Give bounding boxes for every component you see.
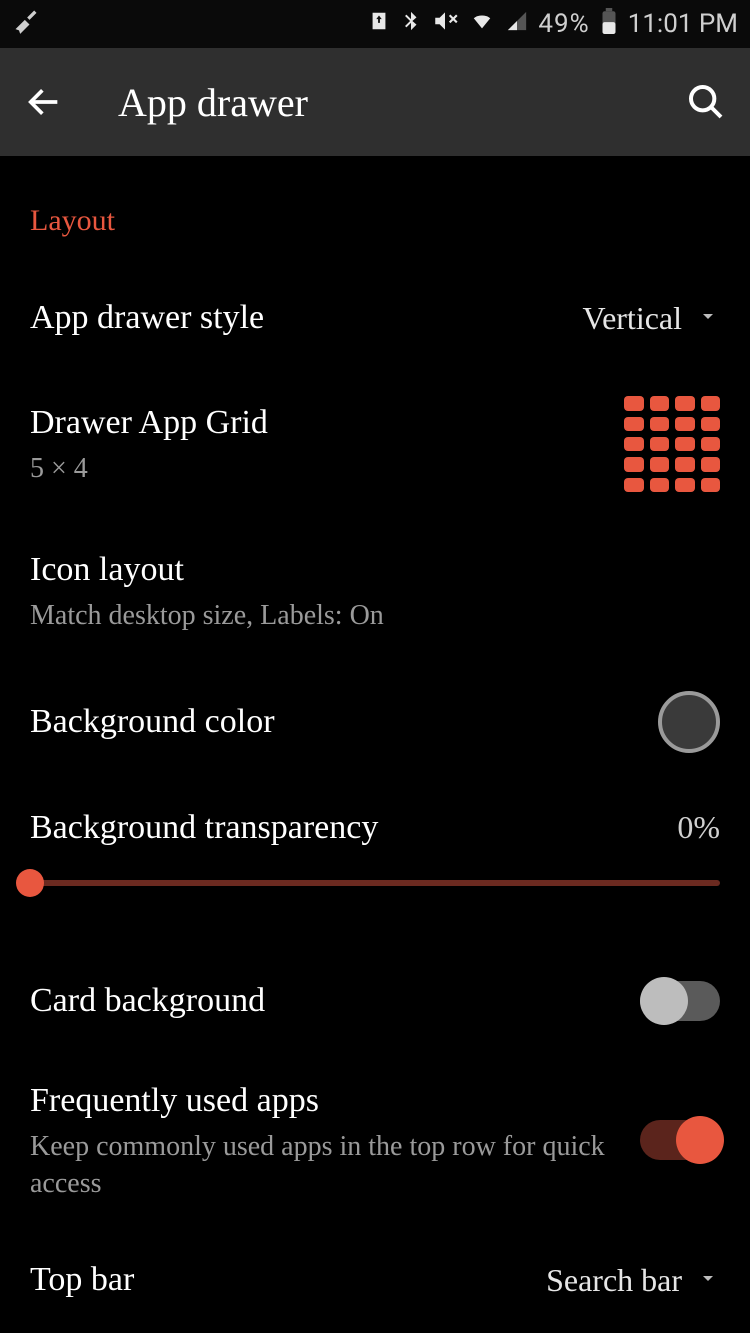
status-bar: 49% 11:01 PM xyxy=(0,0,750,48)
broom-icon xyxy=(12,7,40,42)
row-icon-layout[interactable]: Icon layout Match desktop size, Labels: … xyxy=(30,520,720,663)
value-app-drawer-style: Vertical xyxy=(583,300,683,337)
toggle-card-background[interactable] xyxy=(640,981,720,1021)
chevron-down-icon xyxy=(696,304,720,333)
label-background-color: Background color xyxy=(30,700,658,744)
label-frequent-apps: Frequently used apps xyxy=(30,1079,620,1123)
row-app-drawer-style[interactable]: App drawer style Vertical xyxy=(30,268,720,368)
label-drawer-grid: Drawer App Grid xyxy=(30,401,624,445)
clock-text: 11:01 PM xyxy=(628,9,738,39)
color-swatch xyxy=(658,691,720,753)
chevron-down-icon xyxy=(696,1266,720,1295)
row-background-color[interactable]: Background color xyxy=(30,663,720,781)
search-button[interactable] xyxy=(682,78,730,126)
battery-icon xyxy=(600,8,618,41)
slider-thumb[interactable] xyxy=(16,869,44,897)
row-drawer-grid[interactable]: Drawer App Grid 5 × 4 xyxy=(30,368,720,520)
page-title: App drawer xyxy=(108,79,642,126)
row-background-transparency[interactable]: Background transparency 0% xyxy=(30,781,720,911)
wifi-icon xyxy=(468,9,496,39)
app-bar: App drawer xyxy=(0,48,750,156)
subtitle-drawer-grid: 5 × 4 xyxy=(30,451,624,487)
transparency-slider[interactable] xyxy=(30,865,720,901)
settings-list: Layout App drawer style Vertical Drawer … xyxy=(0,204,750,1333)
label-card-background: Card background xyxy=(30,979,640,1023)
section-layout: Layout xyxy=(30,204,720,238)
label-icon-layout: Icon layout xyxy=(30,548,720,592)
row-top-bar[interactable]: Top bar Search bar xyxy=(30,1230,720,1330)
subtitle-frequent-apps: Keep commonly used apps in the top row f… xyxy=(30,1129,620,1202)
subtitle-icon-layout: Match desktop size, Labels: On xyxy=(30,598,720,634)
row-frequent-apps[interactable]: Frequently used apps Keep commonly used … xyxy=(30,1051,720,1230)
value-background-transparency: 0% xyxy=(677,809,720,846)
signal-icon xyxy=(506,9,528,39)
label-top-bar: Top bar xyxy=(30,1258,546,1302)
label-background-transparency: Background transparency xyxy=(30,809,677,847)
battery-percent: 49% xyxy=(538,9,589,39)
grid-icon xyxy=(624,396,720,492)
mute-icon xyxy=(432,8,458,41)
row-card-background[interactable]: Card background xyxy=(30,951,720,1051)
toggle-frequent-apps[interactable] xyxy=(640,1120,720,1160)
download-icon xyxy=(368,9,390,39)
bluetooth-icon xyxy=(400,8,422,41)
value-top-bar: Search bar xyxy=(546,1262,682,1299)
label-app-drawer-style: App drawer style xyxy=(30,296,583,340)
back-button[interactable] xyxy=(20,78,68,126)
